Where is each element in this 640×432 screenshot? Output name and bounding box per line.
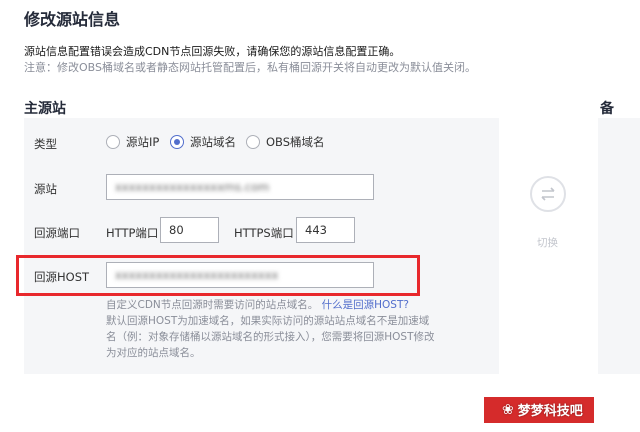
radio-obs-bucket[interactable]: OBS桶域名 — [246, 134, 325, 150]
origin-host-value: xxxxxxxxxxxxxxxxxxxxxxxx — [115, 268, 279, 282]
https-port-label: HTTPS端口 — [234, 226, 294, 240]
http-port-input[interactable]: 80 — [160, 217, 219, 243]
origin-domain-value: xxxxxxxxxxxxxxxxms.com — [115, 180, 270, 194]
origin-host-label: 回源HOST — [34, 270, 90, 284]
hint-detail: 默认回源HOST为加速域名，如果实际访问的源站站点域名不是加速域名（例：对象存储… — [106, 315, 435, 359]
http-port-value: 80 — [169, 223, 184, 237]
radio-circle — [246, 135, 260, 149]
type-label: 类型 — [34, 137, 57, 151]
backup-origin-title: 备 — [600, 101, 614, 117]
paw-icon: ❀ — [502, 401, 514, 418]
radio-origin-domain[interactable]: 源站域名 — [170, 134, 236, 150]
notice-line-2: 注意：修改OBS桶域名或者静态网站托管配置后，私有桶回源开关将自动更改为默认值关… — [24, 61, 476, 74]
origin-port-label: 回源端口 — [34, 226, 80, 240]
http-port-label: HTTP端口 — [106, 226, 159, 240]
origin-label: 源站 — [34, 182, 57, 196]
switch-label: 切换 — [537, 237, 558, 249]
what-is-origin-host-link[interactable]: 什么是回源HOST? — [322, 299, 409, 311]
primary-origin-title: 主源站 — [24, 101, 66, 117]
radio-origin-ip[interactable]: 源站IP — [106, 134, 159, 150]
swap-icon — [541, 187, 555, 201]
radio-circle — [106, 135, 120, 149]
notice-line-1: 源站信息配置错误会造成CDN节点回源失败，请确保您的源站信息配置正确。 — [24, 45, 401, 58]
hint-text: 自定义CDN节点回源时需要访问的站点域名。 — [106, 299, 319, 311]
radio-label: 源站IP — [126, 135, 160, 149]
https-port-value: 443 — [305, 223, 327, 237]
origin-host-hint: 自定义CDN节点回源时需要访问的站点域名。 什么是回源HOST? 默认回源HOS… — [106, 297, 436, 361]
origin-host-input[interactable]: xxxxxxxxxxxxxxxxxxxxxxxx — [106, 262, 374, 288]
watermark-text: 梦梦科技吧 — [517, 404, 583, 419]
notice-box: 源站信息配置错误会造成CDN节点回源失败，请确保您的源站信息配置正确。 注意：修… — [24, 44, 624, 76]
page-title: 修改源站信息 — [24, 10, 121, 29]
radio-circle-checked — [170, 135, 184, 149]
switch-button[interactable] — [530, 176, 566, 212]
watermark: ❀ 梦梦科技吧 — [502, 400, 583, 420]
backup-origin-panel — [598, 118, 640, 374]
origin-domain-input[interactable]: xxxxxxxxxxxxxxxxms.com — [106, 174, 374, 200]
https-port-input[interactable]: 443 — [296, 217, 355, 243]
radio-label: OBS桶域名 — [266, 135, 325, 149]
radio-label: 源站域名 — [190, 135, 236, 149]
